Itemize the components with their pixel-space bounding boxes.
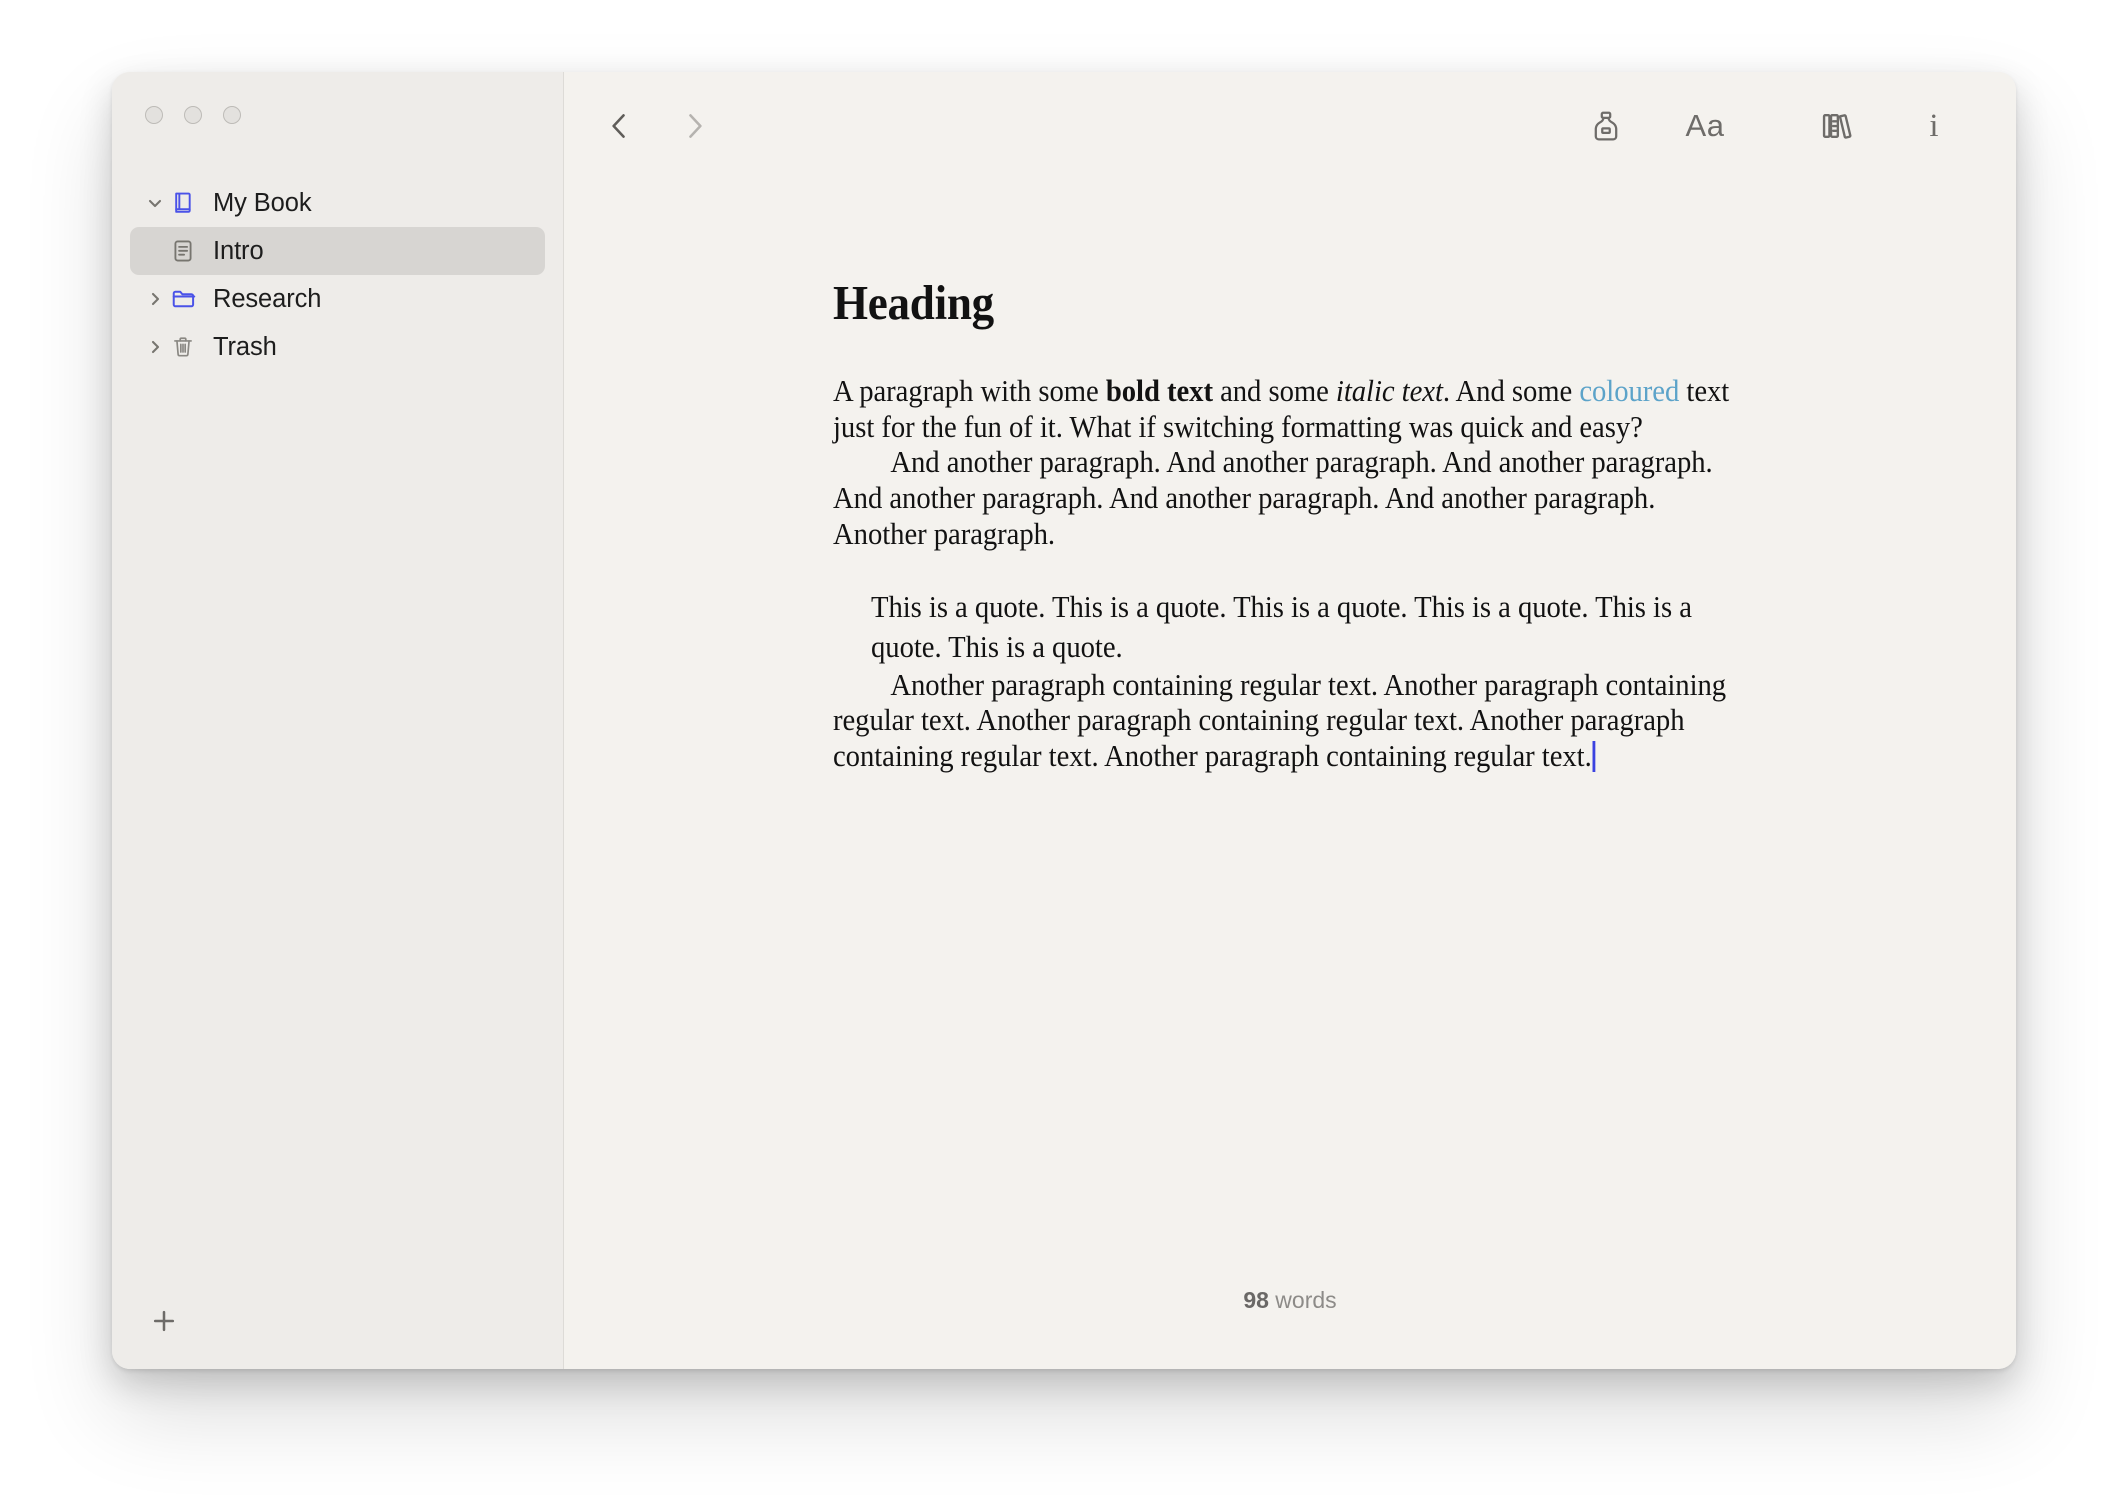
text-caret: [1592, 740, 1595, 772]
typography-label: Aa: [1685, 108, 1725, 143]
forward-button[interactable]: [668, 100, 720, 152]
paragraph-group-1: A paragraph with some bold text and some…: [833, 374, 1748, 552]
sidebar-footer: [112, 1273, 563, 1369]
app-window: My Book Intro Research Trash Aa i Headin…: [112, 72, 2016, 1369]
sidebar-item-intro[interactable]: Intro: [130, 227, 545, 275]
document-body[interactable]: Heading A paragraph with some bold text …: [833, 180, 1748, 775]
paragraph-1-text-b: and some: [1212, 373, 1336, 408]
navigation-group: [594, 100, 720, 152]
zoom-button[interactable]: [223, 106, 241, 124]
close-button[interactable]: [145, 106, 163, 124]
toolbar-actions: Aa i: [1580, 100, 1960, 152]
paragraph-3-text: Another paragraph containing regular tex…: [832, 667, 1726, 773]
sidebar: My Book Intro Research Trash: [112, 72, 564, 1369]
blockquote[interactable]: This is a quote. This is a quote. This i…: [833, 588, 1748, 667]
sidebar-item-research[interactable]: Research: [130, 275, 545, 323]
blockquote-text: This is a quote. This is a quote. This i…: [870, 590, 1692, 664]
word-count: 98 words: [1243, 1287, 1336, 1314]
paragraph-3[interactable]: Another paragraph containing regular tex…: [833, 668, 1748, 775]
inkwell-button[interactable]: [1580, 100, 1632, 152]
chevron-down-icon[interactable]: [140, 193, 170, 213]
info-button[interactable]: i: [1908, 100, 1960, 152]
editor-toolbar: Aa i: [564, 72, 2016, 180]
typography-button[interactable]: Aa: [1670, 100, 1740, 152]
back-button[interactable]: [594, 100, 646, 152]
library-button[interactable]: [1812, 100, 1864, 152]
word-count-unit: words: [1268, 1287, 1337, 1313]
desktop-backdrop: My Book Intro Research Trash Aa i Headin…: [0, 0, 2126, 1506]
bold-text: bold text: [1105, 373, 1213, 408]
trash-icon: [170, 334, 204, 360]
folder-icon: [170, 285, 204, 313]
sidebar-item-label: Trash: [213, 332, 277, 361]
document-icon: [170, 238, 204, 264]
paragraph-1-text-a: A paragraph with some: [832, 373, 1106, 408]
window-controls: [112, 72, 563, 142]
sidebar-item-label: Research: [213, 284, 322, 313]
document-footer: 98 words: [564, 1273, 2016, 1369]
book-icon: [170, 190, 204, 217]
sidebar-item-label: Intro: [213, 236, 264, 265]
document-heading: Heading: [832, 275, 994, 330]
document-scroll-area[interactable]: Heading A paragraph with some bold text …: [564, 180, 2016, 1273]
minimize-button[interactable]: [184, 106, 202, 124]
info-label: i: [1929, 107, 1939, 144]
chevron-right-icon[interactable]: [140, 337, 170, 357]
paragraph-2[interactable]: And another paragraph. And another parag…: [833, 445, 1748, 552]
sidebar-item-trash[interactable]: Trash: [130, 323, 545, 371]
binder-tree: My Book Intro Research Trash: [112, 179, 563, 1273]
sidebar-item-label: My Book: [213, 188, 312, 217]
sidebar-item-my-book[interactable]: My Book: [130, 179, 545, 227]
coloured-text: coloured: [1578, 373, 1679, 408]
paragraph-1[interactable]: A paragraph with some bold text and some…: [833, 374, 1748, 445]
italic-text: italic text: [1335, 373, 1443, 408]
chevron-right-icon[interactable]: [140, 289, 170, 309]
add-item-button[interactable]: [144, 1301, 184, 1341]
word-count-number: 98: [1243, 1287, 1269, 1313]
editor-pane: Aa i Heading A paragraph with some bold …: [564, 72, 2016, 1369]
paragraph-1-text-c: . And some: [1442, 373, 1579, 408]
